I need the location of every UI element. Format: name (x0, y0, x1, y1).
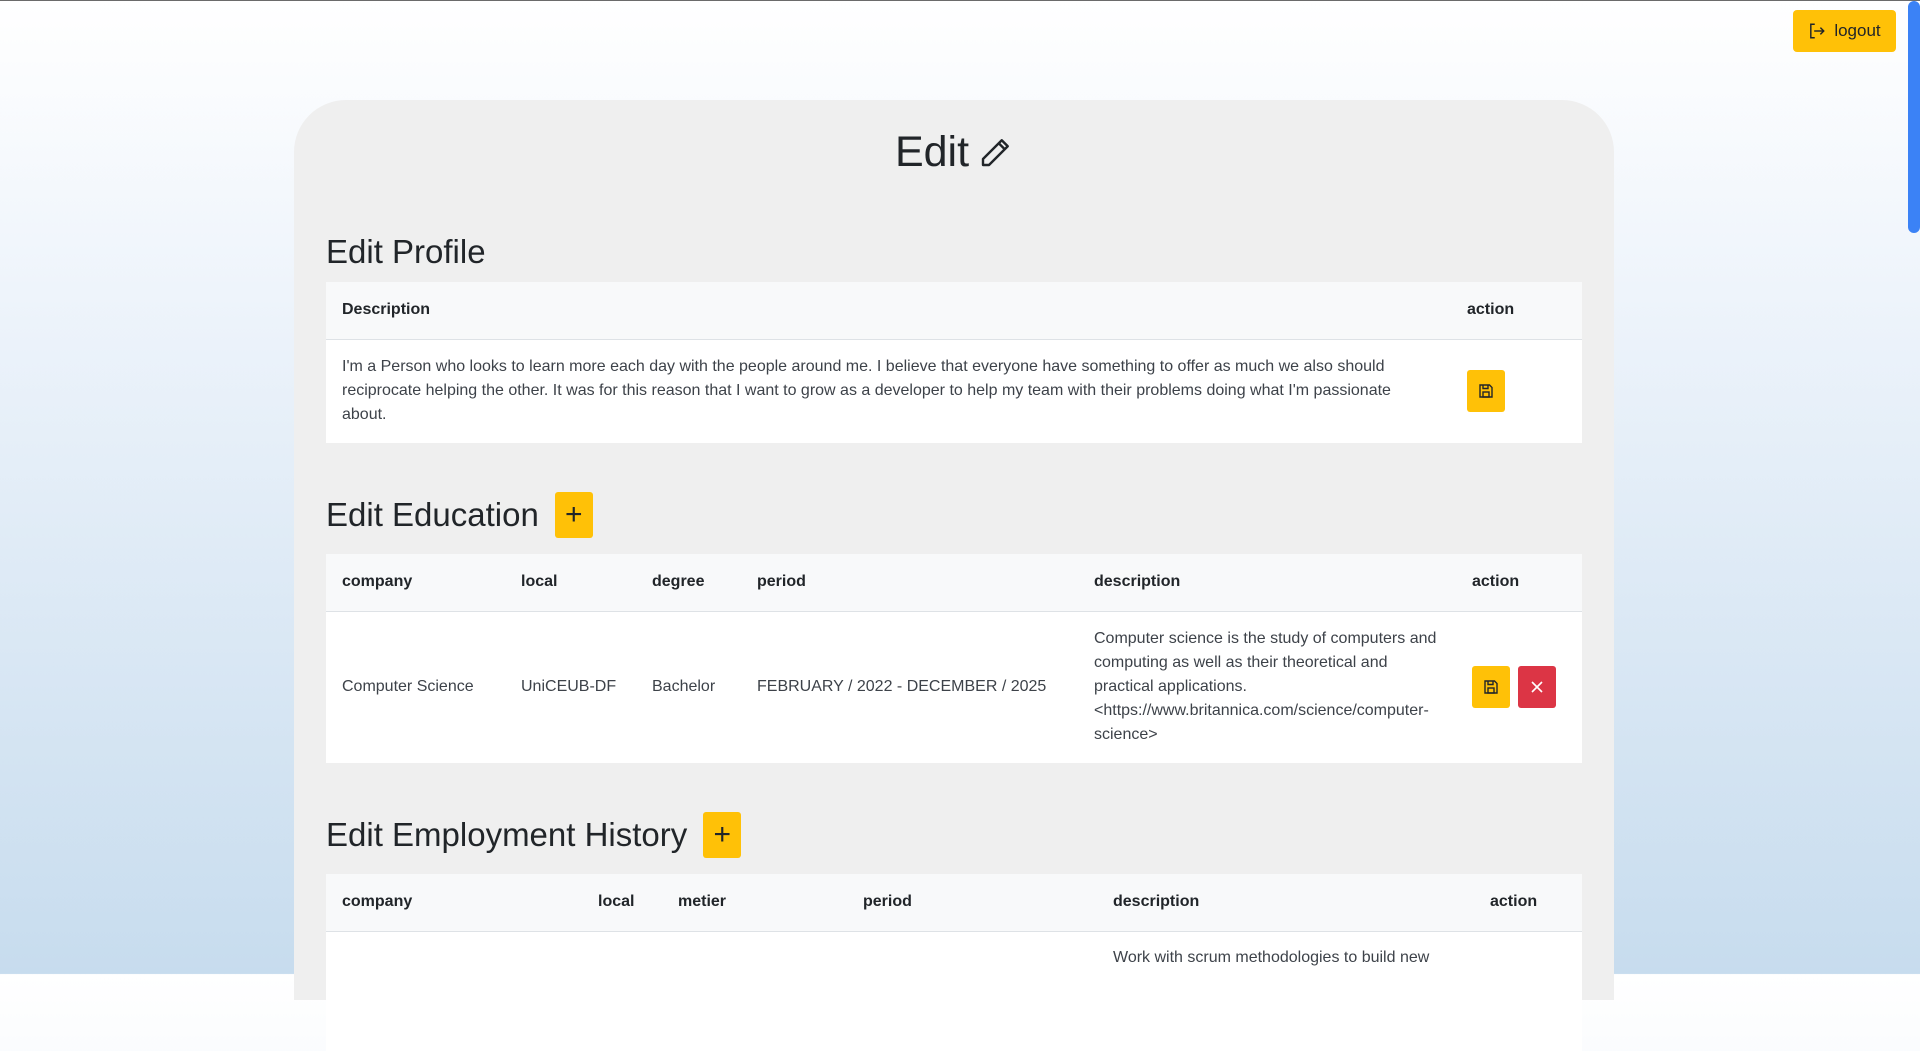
education-table: company local degree period description … (326, 554, 1582, 763)
column-header: company (342, 573, 413, 591)
profile-title-text: Edit Profile (326, 233, 486, 270)
profile-table-header: Description action (326, 282, 1582, 339)
employment-title-text: Edit Employment History (326, 816, 688, 853)
page-title: Edit (294, 128, 1614, 177)
action-cell (1456, 611, 1582, 763)
plus-icon: + (565, 498, 583, 531)
column-header: company (342, 893, 413, 911)
table-row: Work with scrum methodologies to build n… (326, 931, 1582, 1051)
employment-table-header: company local metier period description … (326, 874, 1582, 931)
delete-education-button[interactable] (1518, 666, 1556, 709)
profile-table: Description action I'm a Person who look… (326, 282, 1582, 443)
column-header: local (521, 573, 558, 591)
edit-card: Edit Edit Profile Description action I'm… (294, 100, 1614, 1051)
close-icon (1531, 681, 1543, 693)
column-header: Description (342, 301, 431, 319)
column-header: action (1467, 301, 1515, 319)
employment-period-cell[interactable] (847, 931, 1097, 1051)
logout-button[interactable]: logout (1793, 10, 1896, 52)
column-header: local (598, 893, 635, 911)
education-company-cell[interactable]: Computer Science (326, 611, 505, 763)
add-education-button[interactable]: + (554, 492, 593, 538)
education-local-cell[interactable]: UniCEUB-DF (505, 611, 636, 763)
employment-section-title: Edit Employment History + (326, 812, 742, 858)
education-section-title: Edit Education + (326, 492, 593, 538)
column-header: description (1094, 573, 1181, 591)
education-description-cell[interactable]: Computer science is the study of compute… (1078, 611, 1456, 763)
page-title-text: Edit (894, 128, 970, 176)
employment-metier-cell[interactable] (662, 931, 847, 1051)
pencil-icon (981, 138, 1009, 166)
table-row: I'm a Person who looks to learn more eac… (326, 339, 1582, 443)
logout-icon (1810, 23, 1826, 39)
employment-description-cell[interactable]: Work with scrum methodologies to build n… (1097, 931, 1474, 1051)
table-row: Computer Science UniCEUB-DF Bachelor FEB… (326, 611, 1582, 763)
employment-table: company local metier period description … (326, 874, 1582, 1051)
logout-label: logout (1834, 21, 1881, 40)
action-cell (1451, 339, 1582, 443)
save-icon (1484, 680, 1498, 694)
column-header: metier (678, 893, 727, 911)
column-header: period (863, 893, 912, 911)
plus-icon: + (713, 818, 732, 851)
education-table-header: company local degree period description … (326, 554, 1582, 611)
column-header: action (1490, 893, 1538, 911)
column-header: degree (652, 573, 705, 591)
education-title-text: Edit Education (326, 496, 539, 533)
employment-local-cell[interactable] (582, 931, 662, 1051)
action-cell (1474, 931, 1582, 1051)
column-header: action (1472, 573, 1520, 591)
scrollbar-thumb[interactable] (1908, 1, 1920, 233)
education-period-cell[interactable]: FEBRUARY / 2022 - DECEMBER / 2025 (741, 611, 1078, 763)
save-profile-button[interactable] (1467, 370, 1505, 413)
employment-company-cell[interactable] (326, 931, 582, 1051)
save-icon (1479, 384, 1493, 398)
save-education-button[interactable] (1472, 666, 1510, 709)
column-header: period (757, 573, 806, 591)
profile-description-cell[interactable]: I'm a Person who looks to learn more eac… (326, 339, 1451, 443)
education-degree-cell[interactable]: Bachelor (636, 611, 741, 763)
scrollbar[interactable] (1908, 1, 1920, 975)
column-header: description (1113, 893, 1200, 911)
add-employment-button[interactable]: + (703, 812, 742, 858)
profile-section-title: Edit Profile (326, 233, 486, 271)
